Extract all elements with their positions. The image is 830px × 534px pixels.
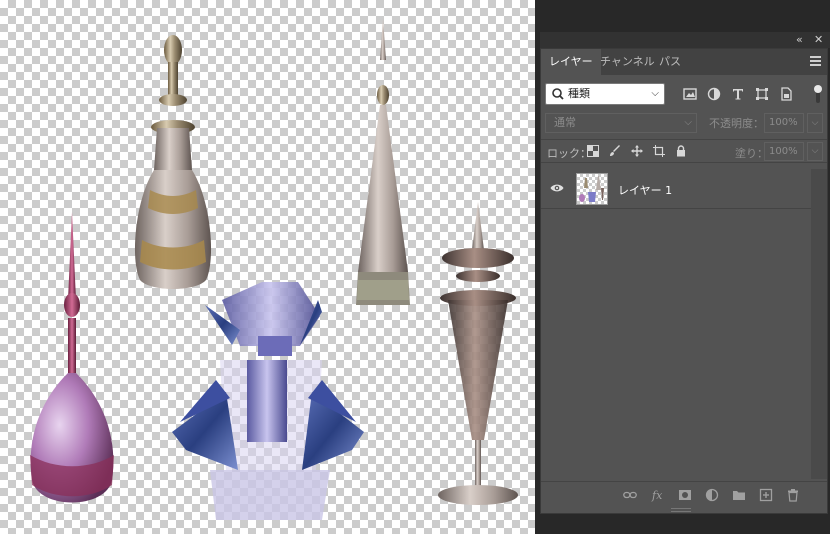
filter-toggle-switch[interactable] bbox=[813, 83, 823, 105]
fill-dropdown-button[interactable]: ⌵ bbox=[807, 142, 823, 161]
opacity-dropdown-button[interactable]: ⌵ bbox=[807, 113, 823, 133]
layer-thumbnail[interactable] bbox=[576, 173, 608, 205]
gold-decanter-bottle bbox=[134, 35, 212, 289]
search-icon bbox=[552, 88, 564, 100]
tab-paths[interactable]: パス bbox=[651, 49, 689, 75]
panel-menu-icon[interactable] bbox=[810, 56, 821, 66]
chevron-down-icon: ⌵ bbox=[684, 117, 692, 128]
layer-style-fx-icon[interactable]: fx bbox=[651, 488, 665, 502]
opacity-input[interactable]: 100% bbox=[764, 113, 804, 133]
new-layer-icon[interactable] bbox=[759, 488, 773, 502]
link-layers-icon[interactable] bbox=[623, 488, 637, 502]
bronze-flute-bottle bbox=[438, 202, 518, 505]
adjustment-filter-icon[interactable] bbox=[707, 87, 721, 101]
add-mask-icon[interactable] bbox=[678, 488, 692, 502]
layers-panel-footer: fx bbox=[541, 481, 827, 505]
document-canvas[interactable] bbox=[0, 0, 535, 534]
new-group-folder-icon[interactable] bbox=[732, 488, 746, 502]
tall-cone-bottle bbox=[356, 18, 410, 305]
lock-image-pixels-brush-icon[interactable] bbox=[609, 145, 621, 157]
fill-input[interactable]: 100% bbox=[764, 142, 804, 161]
lock-label: ロック： bbox=[547, 147, 591, 160]
type-filter-icon[interactable] bbox=[731, 87, 745, 101]
lock-all-icon[interactable] bbox=[675, 145, 687, 157]
crystal-fan-bottle bbox=[172, 282, 364, 520]
panel-dock-header: « ✕ bbox=[540, 32, 830, 48]
lock-row: ロック： 塗り： 100% ⌵ bbox=[541, 139, 827, 163]
layer-row[interactable]: レイヤー 1 bbox=[541, 169, 811, 209]
smart-object-filter-icon[interactable] bbox=[779, 87, 793, 101]
blend-mode-select[interactable]: 通常 ⌵ bbox=[545, 113, 697, 133]
shape-filter-icon[interactable] bbox=[755, 87, 769, 101]
svg-text:fx: fx bbox=[651, 489, 663, 502]
layers-scrollbar[interactable] bbox=[811, 169, 827, 479]
lock-position-move-icon[interactable] bbox=[631, 145, 643, 157]
layers-panel: レイヤー チャンネル パス 種類 ⌵ 通常 ⌵ 不透明度： 100% ⌵ ロック… bbox=[540, 48, 828, 514]
chevron-down-icon: ⌵ bbox=[651, 88, 659, 99]
blend-mode-label: 通常 bbox=[554, 116, 576, 129]
image-filter-icon[interactable] bbox=[683, 87, 697, 101]
eye-icon[interactable] bbox=[550, 183, 564, 193]
filter-kind-label: 種類 bbox=[568, 87, 590, 100]
lock-artboard-icon[interactable] bbox=[653, 145, 665, 157]
canvas-artwork bbox=[30, 18, 518, 520]
lock-transparent-pixels-icon[interactable] bbox=[587, 145, 599, 157]
layer-thumbnail-preview bbox=[579, 176, 604, 202]
pink-teardrop-bottle bbox=[30, 212, 114, 503]
new-adjustment-layer-icon[interactable] bbox=[705, 488, 719, 502]
photoshop-workspace: « ✕ レイヤー チャンネル パス 種類 ⌵ 通常 ⌵ 不透明度： 100% ⌵… bbox=[0, 0, 830, 534]
trash-icon[interactable] bbox=[786, 488, 800, 502]
panel-tab-bar: レイヤー チャンネル パス bbox=[541, 49, 827, 75]
panel-resize-grip[interactable] bbox=[671, 508, 691, 512]
layer-name[interactable]: レイヤー 1 bbox=[618, 182, 672, 198]
layer-filter-kind-select[interactable]: 種類 ⌵ bbox=[545, 83, 665, 105]
double-chevron-left-icon[interactable]: « bbox=[796, 34, 803, 46]
close-icon[interactable]: ✕ bbox=[814, 34, 823, 46]
opacity-label: 不透明度： bbox=[709, 117, 764, 130]
